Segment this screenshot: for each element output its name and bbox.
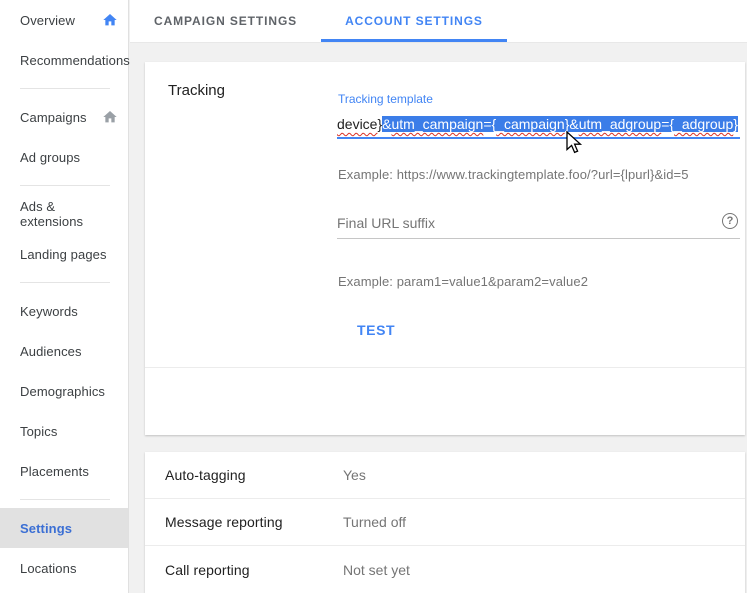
sidebar-item-label: Overview [20,12,75,28]
sidebar-item-label: Settings [20,520,73,536]
sidebar-item-label: Audiences [20,343,82,359]
sidebar-item-label: Locations [20,560,77,576]
sidebar-item-label: Demographics [20,383,106,399]
sidebar-item-campaigns[interactable]: Campaigns [0,97,128,137]
setting-value: Turned off [343,514,407,530]
tab-campaign-settings[interactable]: CAMPAIGN SETTINGS [130,0,321,42]
sidebar-item-ads-extensions[interactable]: Ads & extensions [0,194,128,234]
input-text-part: } [733,116,738,132]
tracking-section-title: Tracking [168,82,225,99]
google-ads-settings-page: Overview Recommendations Campaigns Ad gr… [0,0,747,593]
final-url-suffix-field[interactable]: Final URL suffix ? [337,210,740,239]
sidebar-divider [20,499,110,500]
input-text-part: utm_adgroup [578,116,662,132]
input-text-part: _campaign [496,116,565,132]
auto-tagging-row[interactable]: Auto-tagging Yes [145,452,745,499]
sidebar-item-recommendations[interactable]: Recommendations [0,40,130,80]
sidebar-item-label: Keywords [20,303,78,319]
sidebar-item-label: Ads & extensions [20,199,84,229]
setting-value: Not set yet [343,561,410,578]
tracking-template-input[interactable]: device}&utm_campaign={_campaign}&utm_adg… [337,112,740,139]
sidebar-item-keywords[interactable]: Keywords [0,291,128,331]
tab-account-settings[interactable]: ACCOUNT SETTINGS [321,0,507,42]
home-icon [102,109,118,125]
sidebar-item-settings[interactable]: Settings [0,508,128,548]
input-text-part: utm_campaign [391,116,484,132]
sidebar-item-label: Recommendations [20,52,130,68]
tracking-template-label: Tracking template [338,92,433,106]
sidebar-nav: Overview Recommendations Campaigns Ad gr… [0,0,130,593]
account-settings-card: Auto-tagging Yes Message reporting Turne… [145,452,745,593]
input-text-part: ={ [483,116,497,132]
sidebar-divider [20,185,110,186]
sidebar-item-ad-groups[interactable]: Ad groups [0,137,128,177]
sidebar-item-locations[interactable]: Locations [0,548,128,588]
final-url-suffix-placeholder: Final URL suffix [337,215,436,231]
setting-label: Call reporting [165,561,250,578]
input-text-part: }& [564,116,579,132]
call-reporting-row[interactable]: Call reporting Not set yet [145,546,745,593]
sidebar-divider [20,282,110,283]
message-reporting-row[interactable]: Message reporting Turned off [145,499,745,546]
sidebar-item-label: Topics [20,423,58,439]
sidebar-divider [20,88,110,89]
sidebar-item-label: Ad groups [20,149,81,165]
sidebar-item-overview[interactable]: Overview [0,0,128,40]
input-text-part: device [337,116,378,132]
test-button[interactable]: TEST [341,312,411,348]
setting-value: Yes [343,467,366,483]
input-text-part: ={ [661,116,675,132]
sidebar-item-label: Placements [20,463,89,479]
final-url-suffix-example: Example: param1=value1&param2=value2 [338,274,589,289]
sidebar-item-landing-pages[interactable]: Landing pages [0,234,128,274]
setting-label: Auto-tagging [165,467,246,483]
settings-tab-bar: CAMPAIGN SETTINGS ACCOUNT SETTINGS [130,0,747,43]
sidebar-item-audiences[interactable]: Audiences [0,331,128,371]
home-icon [102,12,118,28]
sidebar-item-label: Landing pages [20,246,107,262]
sidebar-item-placements[interactable]: Placements [0,451,128,491]
tracking-template-example: Example: https://www.trackingtemplate.fo… [338,167,689,182]
setting-label: Message reporting [165,514,283,530]
sidebar-item-label: Campaigns [20,109,87,125]
tracking-card: Tracking Tracking template device}&utm_c… [145,62,745,435]
card-divider [145,367,745,368]
input-text-part: & [382,116,392,132]
sidebar-item-demographics[interactable]: Demographics [0,371,128,411]
help-icon[interactable]: ? [722,213,738,229]
input-text-part: _adgroup [674,116,734,132]
sidebar-item-topics[interactable]: Topics [0,411,128,451]
